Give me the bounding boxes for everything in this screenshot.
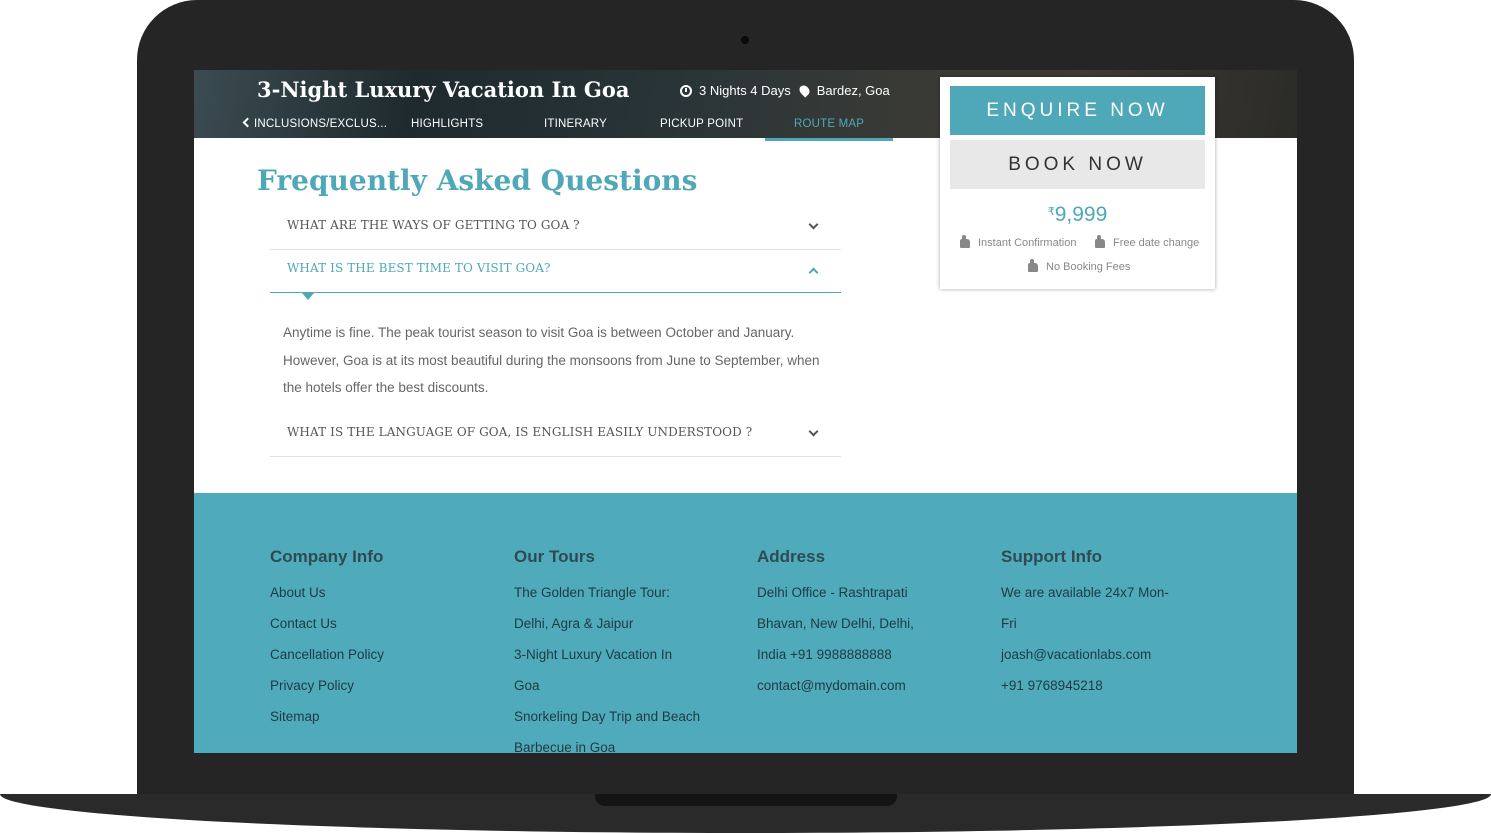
perk-no-booking-fees: No Booking Fees bbox=[1028, 258, 1131, 273]
nav-highlights[interactable]: HIGHLIGHTS bbox=[411, 118, 483, 130]
footer: Company Info About Us Contact Us Cancell… bbox=[194, 493, 1297, 753]
chevron-down-icon bbox=[808, 219, 819, 230]
address-line: Bhavan, New Delhi, Delhi, bbox=[757, 616, 914, 631]
faq-item-best-time[interactable]: WHAT IS THE BEST TIME TO VISIT GOA? bbox=[270, 249, 841, 300]
faq-item-language[interactable]: WHAT IS THE LANGUAGE OF GOA, IS ENGLISH … bbox=[270, 413, 841, 457]
screen: 3-Night Luxury Vacation In Goa 3 Nights … bbox=[194, 70, 1297, 753]
faq-answer: Anytime is fine. The peak tourist season… bbox=[283, 325, 820, 395]
address-email[interactable]: contact@mydomain.com bbox=[757, 670, 914, 701]
faq-title: Frequently Asked Questions bbox=[257, 164, 698, 197]
support-email[interactable]: joash@vacationlabs.com bbox=[1001, 639, 1169, 670]
footer-tour-line[interactable]: Goa bbox=[514, 670, 700, 701]
enquire-now-button[interactable]: ENQUIRE NOW bbox=[950, 86, 1205, 135]
trip-meta: 3 Nights 4 Days Bardez, Goa bbox=[680, 83, 890, 98]
perk-label: No Booking Fees bbox=[1046, 261, 1131, 273]
book-now-button[interactable]: BOOK NOW bbox=[950, 140, 1205, 189]
faq-question: WHAT IS THE LANGUAGE OF GOA, IS ENGLISH … bbox=[287, 425, 753, 439]
nav-itinerary[interactable]: ITINERARY bbox=[544, 118, 607, 130]
faq-question: WHAT IS THE BEST TIME TO VISIT GOA? bbox=[287, 261, 551, 275]
thumbs-up-icon bbox=[960, 234, 970, 248]
price: ₹9,999 bbox=[940, 203, 1215, 227]
footer-link-sitemap[interactable]: Sitemap bbox=[270, 701, 384, 732]
footer-tour-line[interactable]: Snorkeling Day Trip and Beach bbox=[514, 701, 700, 732]
nav-inclusions-label: INCLUSIONS/EXCLUS... bbox=[254, 118, 388, 130]
faq-question: WHAT ARE THE WAYS OF GETTING TO GOA ? bbox=[287, 218, 580, 232]
footer-heading: Our Tours bbox=[514, 547, 595, 566]
footer-tour-line[interactable]: Barbecue in Goa bbox=[514, 732, 700, 753]
footer-link-cancellation[interactable]: Cancellation Policy bbox=[270, 639, 384, 670]
footer-tour-line[interactable]: Delhi, Agra & Jaipur bbox=[514, 608, 700, 639]
footer-company-info: Company Info About Us Contact Us Cancell… bbox=[270, 547, 384, 732]
booking-card: ENQUIRE NOW BOOK NOW ₹9,999 Instant Conf… bbox=[940, 77, 1215, 289]
footer-link-privacy[interactable]: Privacy Policy bbox=[270, 670, 384, 701]
thumbs-up-icon bbox=[1095, 234, 1105, 248]
nav-pickup-point[interactable]: PICKUP POINT bbox=[660, 118, 743, 130]
support-phone[interactable]: +91 9768945218 bbox=[1001, 670, 1169, 701]
perk-label: Free date change bbox=[1113, 237, 1200, 249]
trip-duration: 3 Nights 4 Days bbox=[699, 83, 791, 98]
nav-inclusions[interactable]: INCLUSIONS/EXCLUS... bbox=[242, 117, 388, 130]
section-nav: INCLUSIONS/EXCLUS... HIGHLIGHTS ITINERAR… bbox=[194, 116, 914, 140]
expanded-pointer bbox=[302, 293, 314, 300]
perk-instant-confirmation: Instant Confirmation bbox=[960, 234, 1077, 249]
trip-location: Bardez, Goa bbox=[816, 83, 890, 98]
footer-heading: Support Info bbox=[1001, 547, 1103, 566]
faq-item-getting-to-goa[interactable]: WHAT ARE THE WAYS OF GETTING TO GOA ? bbox=[270, 206, 841, 250]
nav-active-indicator bbox=[765, 138, 893, 141]
location-pin-icon bbox=[797, 83, 812, 98]
chevron-up-icon bbox=[808, 267, 819, 278]
footer-link-contact[interactable]: Contact Us bbox=[270, 608, 384, 639]
laptop-notch bbox=[595, 794, 897, 806]
perk-free-date-change: Free date change bbox=[1095, 234, 1200, 249]
currency-symbol: ₹ bbox=[1047, 206, 1055, 218]
price-value: 9,999 bbox=[1054, 203, 1108, 226]
page-title: 3-Night Luxury Vacation In Goa bbox=[257, 77, 630, 102]
footer-link-about[interactable]: About Us bbox=[270, 577, 384, 608]
footer-heading: Address bbox=[757, 547, 826, 566]
footer-tour-line[interactable]: 3-Night Luxury Vacation In bbox=[514, 639, 700, 670]
perk-label: Instant Confirmation bbox=[978, 237, 1077, 249]
thumbs-up-icon bbox=[1028, 258, 1038, 272]
footer-tour-line[interactable]: The Golden Triangle Tour: bbox=[514, 577, 700, 608]
nav-route-map[interactable]: ROUTE MAP bbox=[794, 118, 864, 130]
footer-heading: Company Info bbox=[270, 547, 384, 566]
footer-support-info: Support Info We are available 24x7 Mon- … bbox=[1001, 547, 1169, 701]
clock-icon bbox=[680, 84, 692, 97]
address-line: Delhi Office - Rashtrapati bbox=[757, 585, 908, 600]
chevron-left-icon[interactable] bbox=[242, 117, 253, 128]
address-line: India +91 9988888888 bbox=[757, 647, 892, 662]
support-line: Fri bbox=[1001, 616, 1017, 631]
camera-icon bbox=[741, 36, 749, 44]
footer-address: Address Delhi Office - Rashtrapati Bhava… bbox=[757, 547, 914, 701]
support-line: We are available 24x7 Mon- bbox=[1001, 585, 1169, 600]
chevron-down-icon bbox=[808, 426, 819, 437]
footer-our-tours: Our Tours The Golden Triangle Tour: Delh… bbox=[514, 547, 700, 753]
